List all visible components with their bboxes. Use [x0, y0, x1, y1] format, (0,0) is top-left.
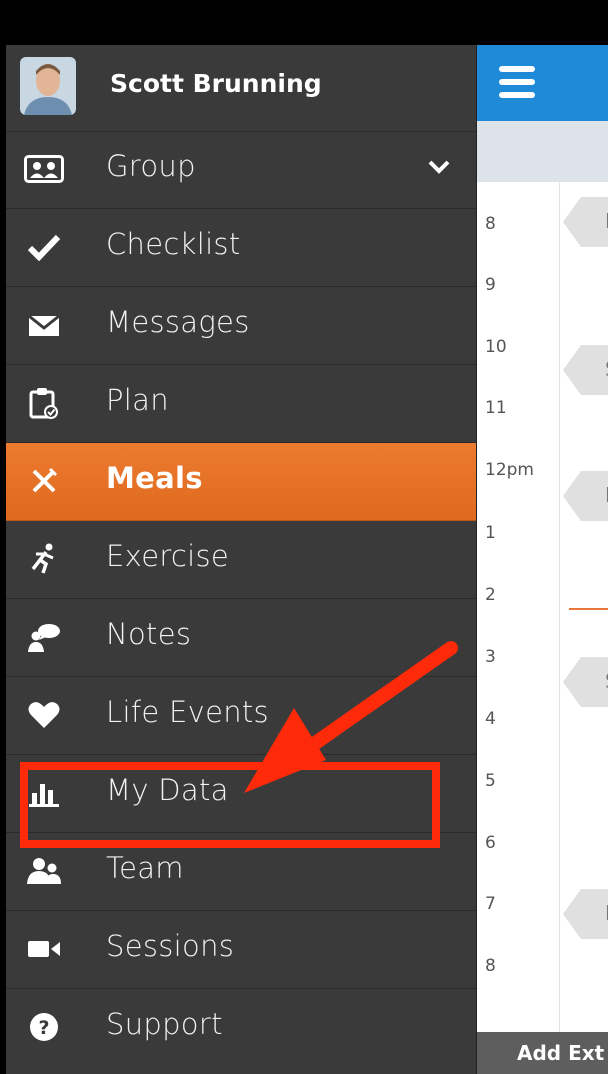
annotation-arrow: [244, 641, 458, 793]
app-viewport: Scott Brunning Group Checklist Messages …: [6, 0, 608, 1074]
